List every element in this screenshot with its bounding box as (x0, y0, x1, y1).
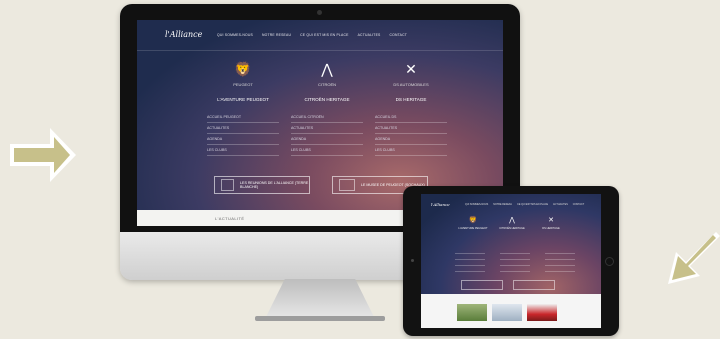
brand-title[interactable]: DS HERITAGE (375, 97, 447, 102)
promo-meetings-button[interactable] (461, 280, 503, 290)
mini-brand-citroen[interactable]: ⋀ CITROËN HERITAGE (496, 216, 528, 230)
nav-item-contact[interactable]: CONTACT (573, 203, 584, 206)
link-clubs[interactable]: LES CLUBS (375, 145, 447, 156)
mini-link[interactable] (455, 262, 485, 266)
link-home[interactable]: ACCUEIL PEUGEOT (207, 112, 279, 123)
citroen-logo-icon: ⋀ (509, 217, 515, 224)
peugeot-logo-icon: 🦁 (468, 217, 478, 224)
ipad-device: l'Alliance QUI SOMMES-NOUS NOTRE RESEAU … (403, 186, 619, 336)
brand-citroen: ⋀ CITROËN CITROËN HERITAGE ACCUEIL CITRO… (291, 58, 363, 156)
brand-name: PEUGEOT (233, 82, 253, 87)
brand-title[interactable]: L'AVENTURE PEUGEOT (207, 97, 279, 102)
brand-title: CITROËN HERITAGE (499, 227, 525, 230)
link-agenda[interactable]: AGENDA (375, 134, 447, 145)
link-home[interactable]: ACCUEIL CITROËN (291, 112, 363, 123)
link-agenda[interactable]: AGENDA (207, 134, 279, 145)
nav-item-initiatives[interactable]: CE QUI EST MIS EN PLACE (300, 33, 348, 37)
imac-stand-base (255, 316, 385, 321)
camera-icon (411, 259, 414, 262)
link-clubs[interactable]: LES CLUBS (207, 145, 279, 156)
site-nav: l'Alliance QUI SOMMES-NOUS NOTRE RESEAU … (137, 20, 503, 51)
nav-item-news[interactable]: ACTUALITES (358, 33, 381, 37)
promo-meetings-button[interactable]: LES REUNIONS DE L'ALLIANCE (TERRE BLANCH… (214, 176, 310, 194)
nav-item-initiatives[interactable]: CE QUI EST MIS EN PLACE (517, 203, 548, 206)
link-news[interactable]: ACTUALITES (207, 123, 279, 134)
imac-stand (265, 279, 375, 319)
brand-title: L'AVENTURE PEUGEOT (458, 227, 488, 230)
brand-name: CITROËN (318, 82, 336, 87)
left-arrow-icon (10, 128, 76, 182)
citroen-logo-icon[interactable]: ⋀ (291, 58, 363, 80)
nav-item-network[interactable]: NOTRE RESEAU (262, 33, 291, 37)
mini-links (455, 250, 575, 274)
mini-promos (461, 280, 555, 290)
link-home[interactable]: ACCUEIL DS (375, 112, 447, 123)
promo-row: LES REUNIONS DE L'ALLIANCE (TERRE BLANCH… (214, 176, 428, 194)
brand-title: DS HERITAGE (542, 227, 560, 230)
link-news[interactable]: ACTUALITES (375, 123, 447, 134)
mini-brand-peugeot[interactable]: 🦁 L'AVENTURE PEUGEOT (457, 216, 489, 230)
mini-link[interactable] (500, 256, 530, 260)
link-clubs[interactable]: LES CLUBS (291, 145, 363, 156)
news-thumbnail[interactable] (527, 304, 557, 321)
brand-links: ACCUEIL PEUGEOT ACTUALITES AGENDA LES CL… (207, 112, 279, 156)
steering-wheel-icon (339, 179, 355, 191)
mini-link[interactable] (500, 268, 530, 272)
site-logo[interactable]: l'Alliance (165, 30, 202, 39)
news-thumbnails (457, 304, 557, 321)
mini-link[interactable] (455, 256, 485, 260)
ds-logo-icon[interactable]: ✕ (375, 58, 447, 80)
mini-link[interactable] (500, 262, 530, 266)
ds-logo-icon: ✕ (548, 217, 554, 224)
mini-link[interactable] (545, 250, 575, 254)
mini-link[interactable] (455, 250, 485, 254)
news-thumbnail[interactable] (457, 304, 487, 321)
car-image-icon (221, 179, 235, 191)
brand-columns: 🦁 PEUGEOT L'AVENTURE PEUGEOT ACCUEIL PEU… (207, 58, 447, 156)
nav-item-contact[interactable]: CONTACT (390, 33, 408, 37)
mini-link[interactable] (545, 256, 575, 260)
mini-brand-columns: 🦁 L'AVENTURE PEUGEOT ⋀ CITROËN HERITAGE ✕ D… (457, 216, 567, 230)
brand-name: DS AUTOMOBILES (393, 82, 429, 87)
peugeot-logo-icon[interactable]: 🦁 (207, 58, 279, 80)
promo-museum-button[interactable] (513, 280, 555, 290)
mini-link-column (545, 250, 575, 274)
link-agenda[interactable]: AGENDA (291, 134, 363, 145)
nav-item-about[interactable]: QUI SOMMES-NOUS (217, 33, 253, 37)
mini-link[interactable] (500, 250, 530, 254)
promo-text: LES REUNIONS DE L'ALLIANCE (TERRE BLANCH… (240, 181, 309, 189)
mini-link[interactable] (545, 268, 575, 272)
mini-link[interactable] (545, 262, 575, 266)
camera-icon (317, 10, 322, 15)
mini-link[interactable] (455, 268, 485, 272)
brand-links: ACCUEIL DS ACTUALITES AGENDA LES CLUBS (375, 112, 447, 156)
mini-nav: QUI SOMMES-NOUS NOTRE RESEAU CE QUI EST … (465, 203, 584, 206)
mini-brand-ds[interactable]: ✕ DS HERITAGE (535, 216, 567, 230)
nav-item-news[interactable]: ACTUALITES (553, 203, 568, 206)
brand-title[interactable]: CITROËN HERITAGE (291, 97, 363, 102)
ipad-screen: l'Alliance QUI SOMMES-NOUS NOTRE RESEAU … (421, 194, 601, 328)
nav-items: QUI SOMMES-NOUS NOTRE RESEAU CE QUI EST … (217, 33, 407, 37)
link-news[interactable]: ACTUALITES (291, 123, 363, 134)
news-heading: L'ACTUALITÉ (215, 216, 245, 221)
brand-peugeot: 🦁 PEUGEOT L'AVENTURE PEUGEOT ACCUEIL PEU… (207, 58, 279, 156)
nav-item-network[interactable]: NOTRE RESEAU (493, 203, 512, 206)
mini-link-column (500, 250, 530, 274)
right-arrow-icon (668, 232, 720, 284)
home-button-icon (605, 257, 614, 266)
brand-ds: ✕ DS AUTOMOBILES DS HERITAGE ACCUEIL DS … (375, 58, 447, 156)
brand-links: ACCUEIL CITROËN ACTUALITES AGENDA LES CL… (291, 112, 363, 156)
nav-item-about[interactable]: QUI SOMMES-NOUS (465, 203, 488, 206)
mini-link-column (455, 250, 485, 274)
news-thumbnail[interactable] (492, 304, 522, 321)
site-logo[interactable]: l'Alliance (431, 202, 450, 207)
